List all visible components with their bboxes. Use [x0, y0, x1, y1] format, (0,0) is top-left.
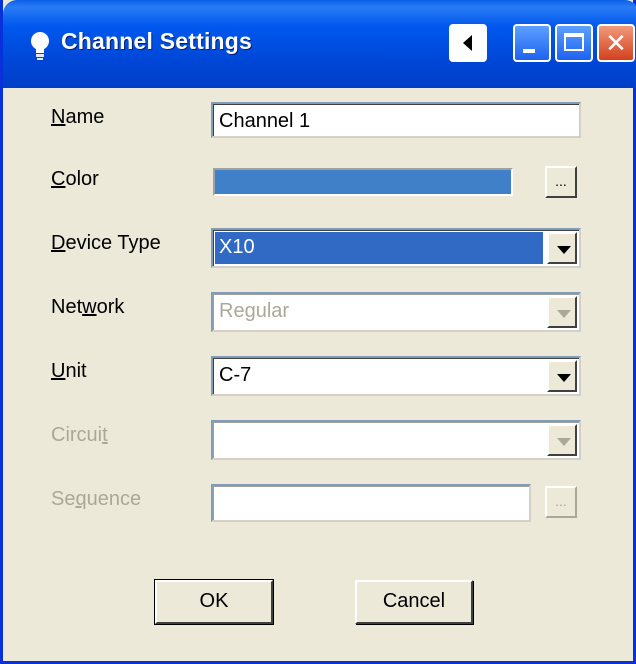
chevron-down-icon	[557, 374, 571, 382]
network-select[interactable]: Regular	[211, 292, 581, 332]
color-picker-button[interactable]: ...	[545, 166, 577, 198]
name-value: Channel 1	[219, 110, 311, 132]
unit-label: Unit	[51, 360, 87, 382]
circuit-label: Circuit	[51, 424, 108, 446]
window-title: Channel Settings	[61, 28, 253, 54]
maximize-button[interactable]	[555, 24, 593, 62]
color-swatch[interactable]	[213, 168, 513, 196]
device-type-select[interactable]: X10	[211, 228, 581, 268]
device-type-selection: X10	[215, 232, 543, 264]
unit-value: C-7	[219, 364, 252, 386]
chevron-down-icon	[557, 246, 571, 254]
cancel-button[interactable]: Cancel	[355, 580, 473, 624]
ok-button[interactable]: OK	[154, 579, 274, 625]
channel-settings-dialog: Channel Settings ✕ Name Channel 1 Color …	[0, 0, 636, 664]
title-bar[interactable]: Channel Settings ✕	[3, 0, 636, 88]
back-button[interactable]	[449, 24, 487, 62]
close-icon: ✕	[605, 28, 627, 58]
unit-dropdown-button[interactable]	[547, 360, 577, 392]
device-type-dropdown-button[interactable]	[547, 232, 577, 264]
circuit-select[interactable]	[211, 420, 581, 460]
unit-select[interactable]: C-7	[211, 356, 581, 396]
circuit-dropdown-button[interactable]	[547, 424, 577, 456]
name-input[interactable]: Channel 1	[211, 102, 581, 138]
lightbulb-icon	[31, 32, 49, 60]
minimize-button[interactable]	[513, 24, 551, 62]
network-value: Regular	[219, 300, 290, 322]
name-label: Name	[51, 106, 105, 128]
sequence-picker-button[interactable]: ...	[545, 486, 577, 518]
network-label: Network	[51, 296, 125, 318]
close-button[interactable]: ✕	[597, 24, 635, 62]
maximize-icon	[564, 33, 584, 51]
minimize-icon	[523, 49, 535, 53]
chevron-down-icon	[557, 310, 571, 318]
device-type-value: X10	[219, 236, 255, 258]
chevron-down-icon	[557, 438, 571, 446]
sequence-label: Sequence	[51, 488, 142, 510]
back-arrow-icon	[463, 35, 472, 51]
device-type-label: Device Type	[51, 232, 161, 254]
sequence-input[interactable]	[211, 484, 531, 522]
color-label: Color	[51, 168, 99, 190]
network-dropdown-button[interactable]	[547, 296, 577, 328]
